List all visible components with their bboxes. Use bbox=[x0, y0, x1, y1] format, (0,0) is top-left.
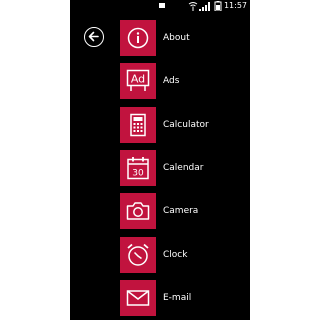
app-label: Camera bbox=[163, 206, 199, 216]
clock-icon bbox=[127, 243, 149, 266]
app-tile bbox=[120, 107, 156, 143]
app-tile bbox=[120, 237, 156, 273]
app-list: About Ad Ads Calculator 30 Calendar Came… bbox=[70, 0, 250, 320]
app-tile bbox=[120, 280, 156, 316]
info-icon bbox=[127, 27, 149, 49]
app-tile: Ad bbox=[120, 63, 156, 99]
app-label: Calculator bbox=[163, 120, 209, 130]
app-label: About bbox=[163, 33, 190, 43]
app-item-clock[interactable]: Clock bbox=[120, 237, 250, 273]
svg-text:Ad: Ad bbox=[131, 73, 145, 86]
app-item-ads[interactable]: Ad Ads bbox=[120, 63, 250, 99]
app-item-camera[interactable]: Camera bbox=[120, 193, 250, 229]
app-tile: 30 bbox=[120, 150, 156, 186]
app-item-calendar[interactable]: 30 Calendar bbox=[120, 150, 250, 186]
ad-icon: Ad bbox=[126, 69, 150, 91]
app-label: E-mail bbox=[163, 293, 192, 303]
app-label: Calendar bbox=[163, 163, 204, 173]
app-tile bbox=[120, 20, 156, 56]
mail-icon bbox=[126, 290, 150, 306]
calendar-day-number: 30 bbox=[132, 169, 144, 179]
app-label: Clock bbox=[163, 250, 188, 260]
calculator-icon bbox=[130, 113, 146, 137]
calendar-icon: 30 bbox=[127, 157, 149, 180]
app-label: Ads bbox=[163, 76, 180, 86]
app-tile bbox=[120, 193, 156, 229]
app-item-about[interactable]: About bbox=[120, 20, 250, 56]
camera-icon bbox=[126, 202, 150, 220]
phone-screen: 11:57 About Ad Ads Calculator 30 Calenda… bbox=[70, 0, 250, 320]
app-item-calculator[interactable]: Calculator bbox=[120, 107, 250, 143]
app-item-email[interactable]: E-mail bbox=[120, 280, 250, 316]
